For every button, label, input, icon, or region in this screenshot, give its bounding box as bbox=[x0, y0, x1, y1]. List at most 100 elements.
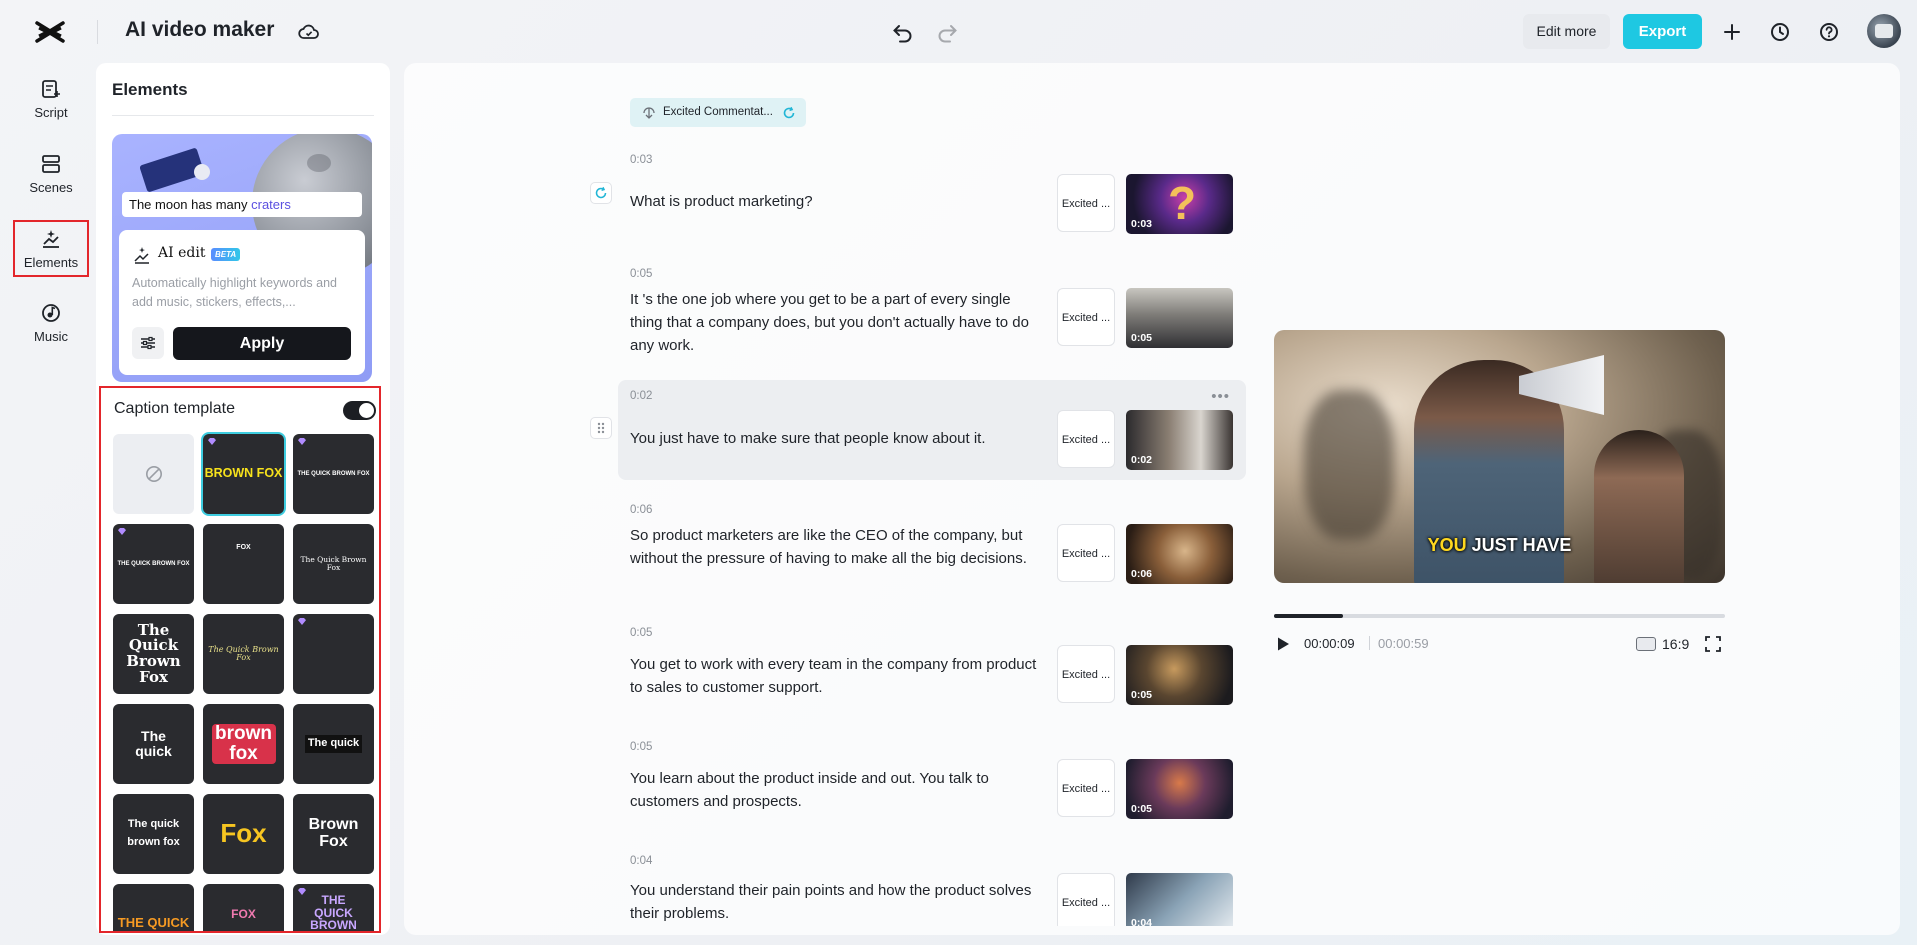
caption-template-tile[interactable]: Brown Fox bbox=[293, 794, 374, 874]
caption-template-tile[interactable]: Fox bbox=[203, 794, 284, 874]
scene-voice-button[interactable]: Excited ... bbox=[1057, 873, 1115, 926]
avatar[interactable] bbox=[1867, 14, 1901, 48]
scene-text[interactable]: You get to work with every team in the c… bbox=[630, 653, 1040, 699]
scene-duration: 0:02 bbox=[1131, 454, 1153, 466]
scene-time: 0:04 bbox=[630, 855, 653, 867]
caption-template-none[interactable] bbox=[113, 434, 194, 514]
caption-template-tile[interactable]: BROWN FOX bbox=[203, 434, 284, 514]
regenerate-button[interactable] bbox=[590, 182, 612, 204]
scene-thumbnail[interactable]: 0:04 bbox=[1126, 873, 1233, 926]
ai-edit-title: AI edit bbox=[158, 245, 206, 261]
playback-progress-bar[interactable] bbox=[1274, 614, 1725, 618]
scene-text[interactable]: What is product marketing? bbox=[630, 190, 1040, 213]
nav-script[interactable]: Script bbox=[13, 70, 89, 128]
apply-button[interactable]: Apply bbox=[173, 327, 351, 360]
more-options-icon[interactable]: ••• bbox=[1211, 388, 1230, 405]
caption-toggle[interactable] bbox=[343, 401, 376, 420]
divider bbox=[97, 20, 98, 44]
nav-elements[interactable]: Elements bbox=[13, 220, 89, 277]
beta-badge: BETA bbox=[211, 248, 241, 261]
scene-thumbnail[interactable]: ? 0:03 bbox=[1126, 174, 1233, 234]
scene-row[interactable]: 0:06 So product marketers are like the C… bbox=[618, 500, 1246, 600]
nav-music[interactable]: Music bbox=[13, 294, 89, 352]
scene-thumbnail[interactable]: 0:02 bbox=[1126, 410, 1233, 470]
video-preview[interactable]: YOU JUST HAVE bbox=[1274, 330, 1725, 583]
scene-thumbnail[interactable]: 0:05 bbox=[1126, 645, 1233, 705]
caption-template-tile[interactable]: brown fox bbox=[203, 704, 284, 784]
drag-handle-icon bbox=[597, 422, 605, 434]
scene-duration: 0:04 bbox=[1131, 917, 1153, 926]
scene-row[interactable]: 0:02 ••• You just have to make sure that… bbox=[618, 380, 1246, 480]
fullscreen-icon[interactable] bbox=[1704, 635, 1722, 653]
divider bbox=[112, 115, 374, 116]
voice-icon bbox=[643, 107, 655, 119]
scene-row[interactable]: 0:04 You understand their pain points an… bbox=[618, 851, 1246, 926]
scene-text[interactable]: You just have to make sure that people k… bbox=[630, 427, 1040, 450]
scene-voice-button[interactable]: Excited ... bbox=[1057, 645, 1115, 703]
caption-template-tile[interactable]: The quick bbox=[113, 704, 194, 784]
top-bar: AI video maker Edit more Export bbox=[0, 0, 1917, 62]
total-time: 00:00:59 bbox=[1378, 636, 1429, 651]
scene-voice-button[interactable]: Excited ... bbox=[1057, 288, 1115, 346]
export-button[interactable]: Export bbox=[1623, 14, 1702, 49]
scene-text[interactable]: You understand their pain points and how… bbox=[630, 879, 1040, 925]
scene-thumbnail[interactable]: 0:06 bbox=[1126, 524, 1233, 584]
nav-elements-label: Elements bbox=[23, 255, 79, 270]
refresh-icon[interactable] bbox=[782, 106, 796, 120]
history-icon[interactable] bbox=[1768, 20, 1792, 44]
caption-template-tile[interactable]: FOX bbox=[203, 884, 284, 931]
play-icon[interactable] bbox=[1275, 636, 1291, 652]
premium-icon bbox=[118, 528, 126, 535]
scene-voice-button[interactable]: Excited ... bbox=[1057, 524, 1115, 582]
scene-row[interactable]: 0:05 You learn about the product inside … bbox=[618, 737, 1246, 827]
nav-scenes[interactable]: Scenes bbox=[13, 145, 89, 203]
preview-subtitle: YOU JUST HAVE bbox=[1427, 535, 1572, 555]
scene-text[interactable]: It 's the one job where you get to be a … bbox=[630, 288, 1040, 357]
caption-template-tile[interactable]: THE QUICK BROWN FOX bbox=[113, 524, 194, 604]
ai-edit-settings-button[interactable] bbox=[132, 327, 164, 359]
drag-handle[interactable] bbox=[590, 417, 612, 439]
scene-voice-button[interactable]: Excited ... bbox=[1057, 174, 1115, 232]
scene-text[interactable]: So product marketers are like the CEO of… bbox=[630, 524, 1040, 570]
scene-time: 0:02 bbox=[630, 390, 653, 402]
scene-thumbnail[interactable]: 0:05 bbox=[1126, 759, 1233, 819]
aspect-ratio-label[interactable]: 16:9 bbox=[1662, 636, 1689, 652]
script-icon bbox=[42, 80, 60, 98]
scene-time: 0:05 bbox=[630, 268, 653, 280]
ai-edit-description: Automatically highlight keywords and add… bbox=[132, 276, 337, 309]
caption-template-tile[interactable]: The Quick Brown Fox bbox=[203, 614, 284, 694]
scene-voice-button[interactable]: Excited ... bbox=[1057, 759, 1115, 817]
caption-template-tile[interactable]: The Quick Brown Fox bbox=[113, 614, 194, 694]
caption-template-tile[interactable]: The quick bbox=[293, 704, 374, 784]
scene-row[interactable]: 0:03 What is product marketing? Excited … bbox=[618, 150, 1246, 240]
voice-selector[interactable]: Excited Commentat... bbox=[630, 98, 806, 127]
ai-edit-icon bbox=[134, 247, 149, 264]
help-icon[interactable] bbox=[1817, 20, 1841, 44]
nav-music-label: Music bbox=[34, 329, 68, 344]
scene-text[interactable]: You learn about the product inside and o… bbox=[630, 767, 1040, 813]
scene-duration: 0:05 bbox=[1131, 689, 1153, 701]
premium-icon bbox=[298, 618, 306, 625]
edit-more-button[interactable]: Edit more bbox=[1523, 14, 1610, 49]
caption-template-tile[interactable]: THE QUICK BROWN FOX bbox=[293, 884, 374, 931]
scene-voice-button[interactable]: Excited ... bbox=[1057, 410, 1115, 468]
scene-row[interactable]: 0:05 It 's the one job where you get to … bbox=[618, 266, 1246, 366]
question-mark-graphic: ? bbox=[1168, 177, 1197, 229]
caption-template-tile[interactable]: THE QUICK BROWN FOX bbox=[293, 434, 374, 514]
scene-row[interactable]: 0:05 You get to work with every team in … bbox=[618, 623, 1246, 713]
aspect-ratio-icon[interactable] bbox=[1636, 637, 1656, 651]
caption-template-tile[interactable]: FOX bbox=[203, 524, 284, 604]
nav-scenes-label: Scenes bbox=[29, 180, 73, 195]
caption-template-tile[interactable]: THE QUICK bbox=[113, 884, 194, 931]
capcut-logo-icon[interactable] bbox=[35, 19, 65, 45]
scene-thumbnail[interactable]: 0:05 bbox=[1126, 288, 1233, 348]
plus-icon[interactable] bbox=[1720, 20, 1744, 44]
caption-template-tile[interactable]: The quick brown fox bbox=[113, 794, 194, 874]
caption-template-tile[interactable]: The Quick Brown Fox bbox=[293, 524, 374, 604]
undo-icon[interactable] bbox=[890, 19, 916, 45]
cloud-sync-icon[interactable] bbox=[297, 20, 321, 44]
current-time: 00:00:09 bbox=[1304, 636, 1355, 651]
caption-template-section: Caption template BROWN FOX THE QUICK BRO… bbox=[99, 386, 381, 933]
redo-icon[interactable] bbox=[934, 19, 960, 45]
caption-template-tile[interactable] bbox=[293, 614, 374, 694]
